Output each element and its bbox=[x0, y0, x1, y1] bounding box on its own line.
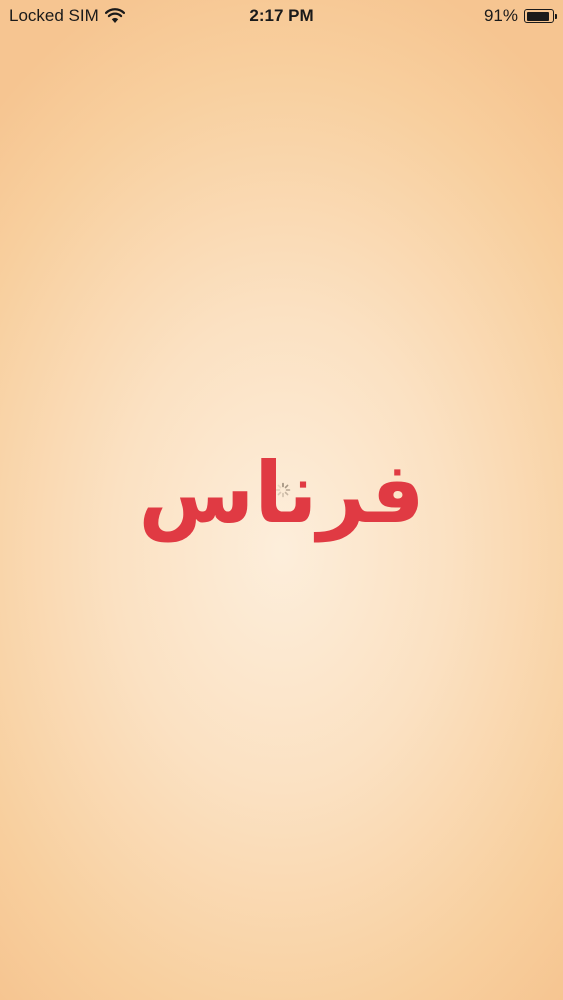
battery-group: 91% bbox=[483, 6, 557, 26]
battery-fill bbox=[526, 11, 550, 21]
battery-percent: 91% bbox=[483, 6, 518, 25]
battery-icon bbox=[524, 9, 557, 23]
splash-screen: Locked SIM 2:17 PM 91% فرناس bbox=[0, 0, 563, 1000]
clock: 2:17 PM bbox=[249, 6, 314, 25]
activity-spinner-icon bbox=[275, 482, 291, 498]
battery-tip bbox=[554, 13, 557, 19]
status-bar: Locked SIM 2:17 PM 91% bbox=[0, 0, 563, 34]
